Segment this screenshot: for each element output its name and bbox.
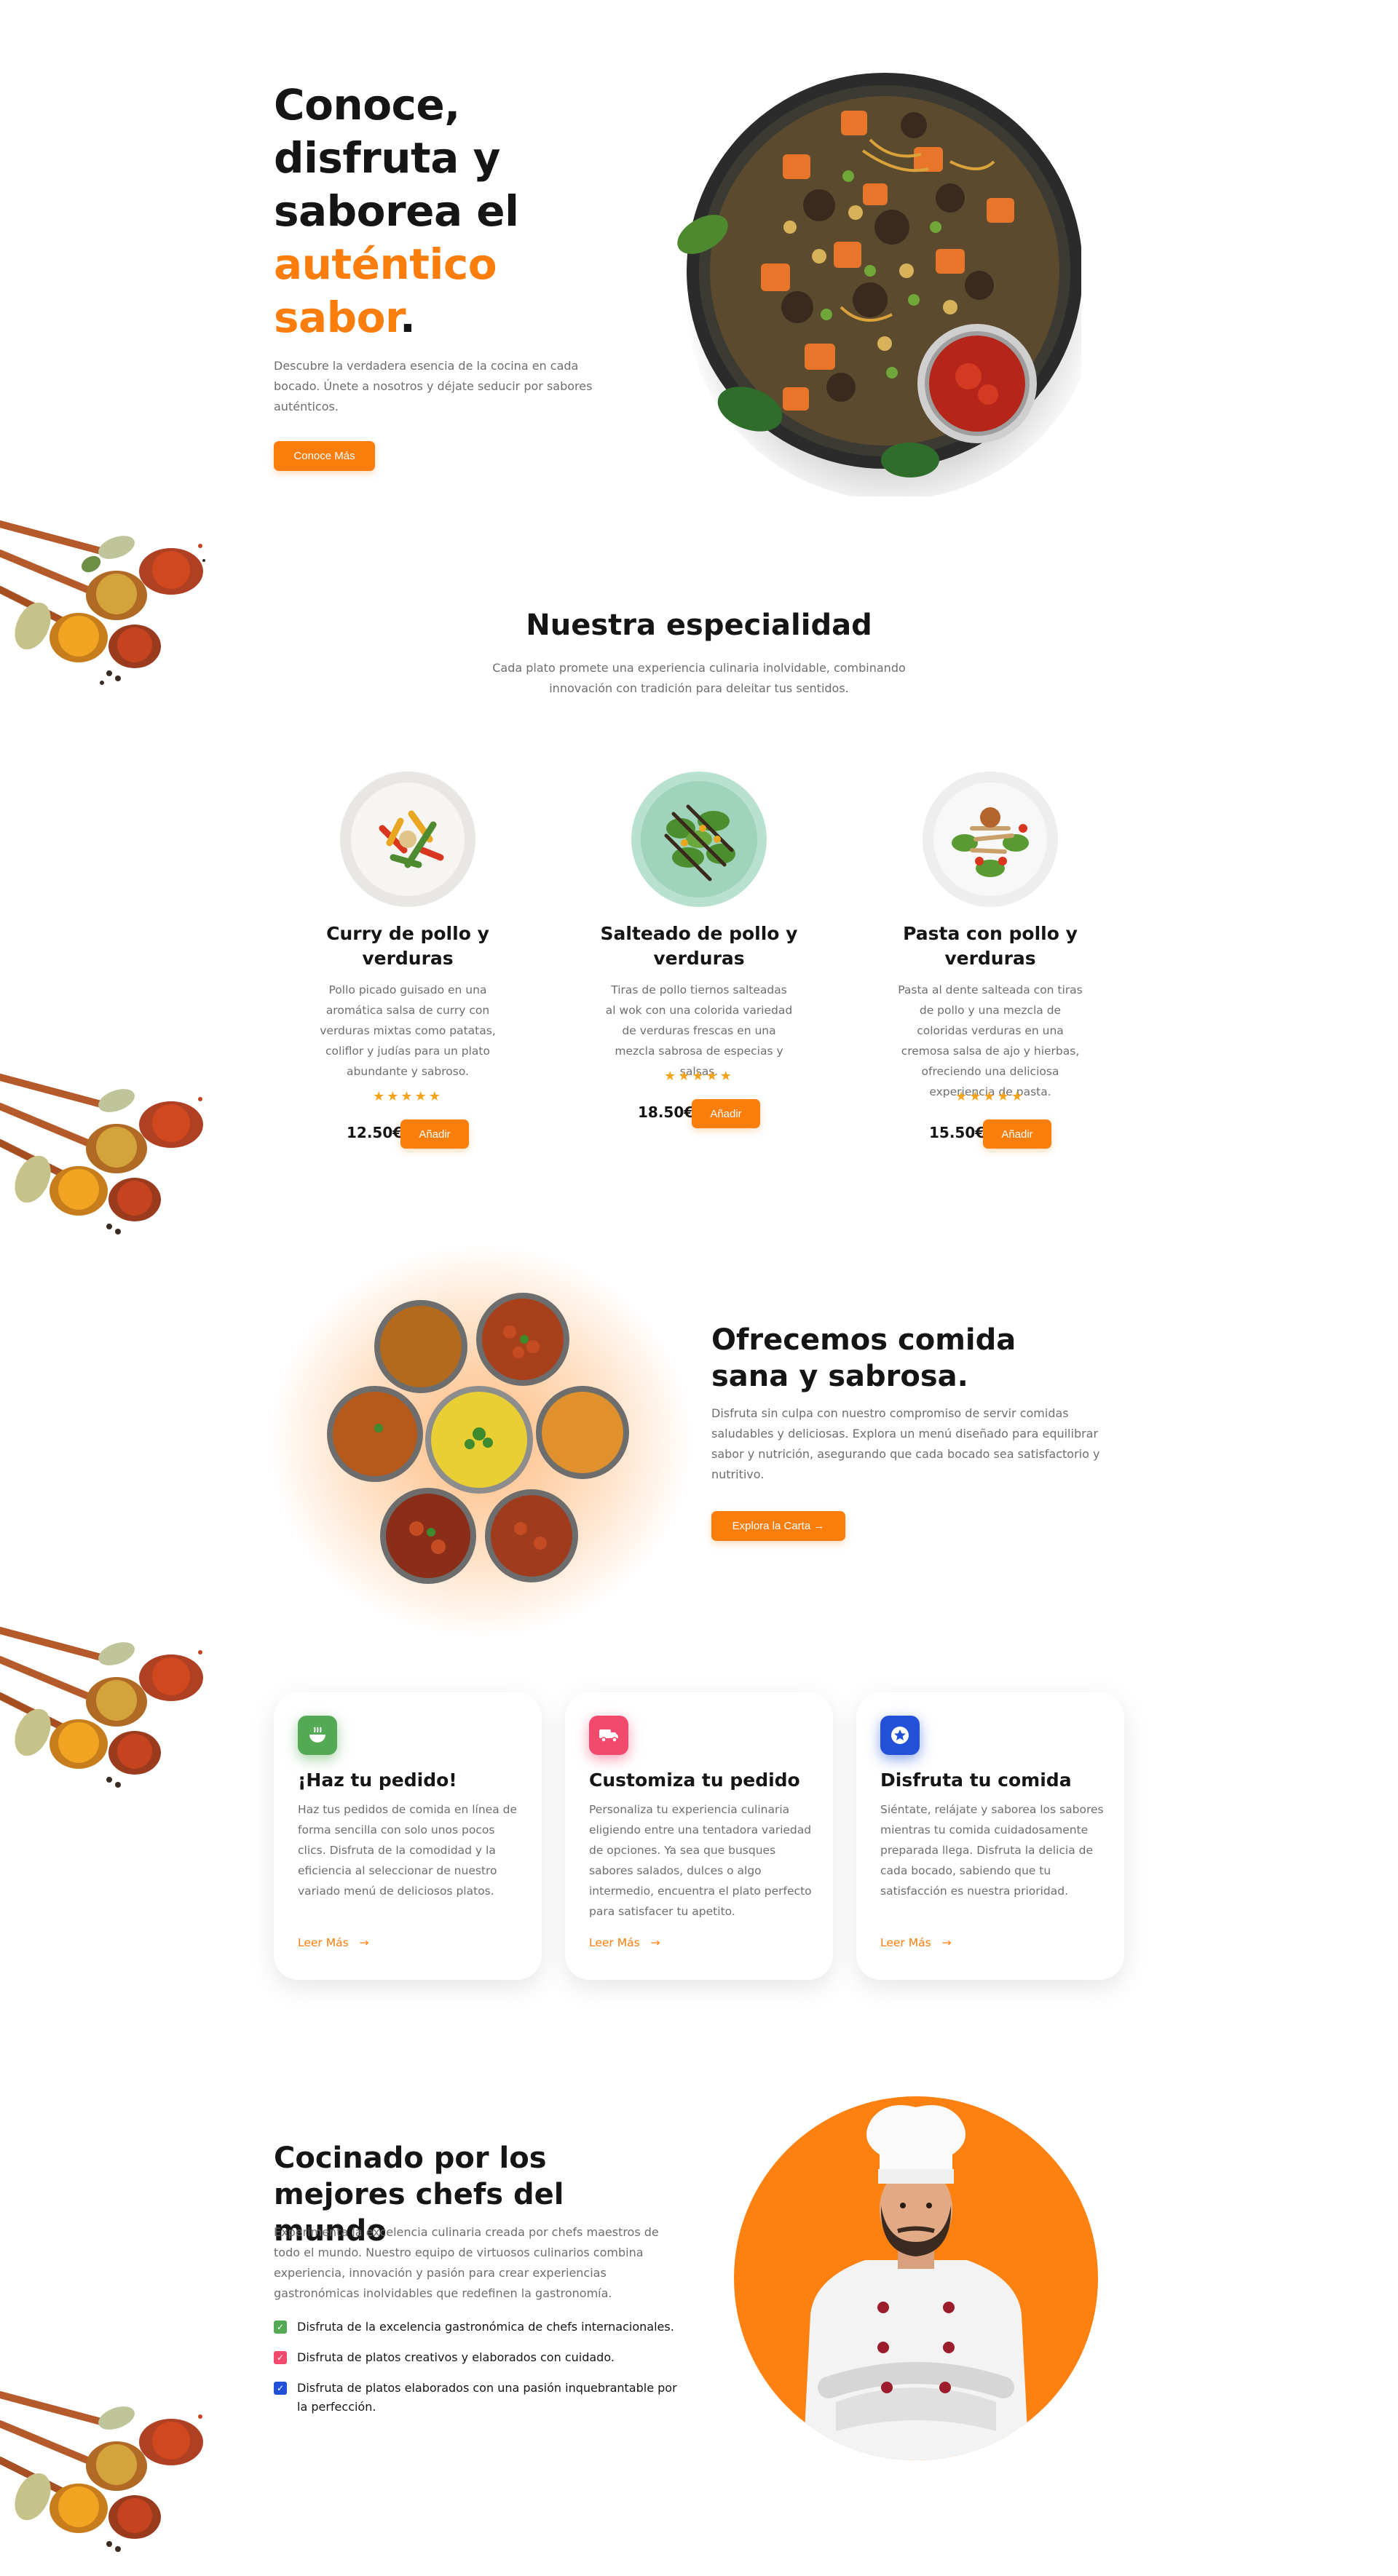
read-more-label: Leer Más — [589, 1936, 640, 1949]
rating-stars-icon: ★★★★★ — [373, 1089, 443, 1104]
chefs-description: Experimenta la excelencia culinaria crea… — [274, 2225, 659, 2300]
hero-title-line: saborea el — [274, 186, 519, 236]
dish-image — [923, 772, 1058, 907]
read-more-label: Leer Más — [880, 1936, 931, 1949]
add-to-cart-button[interactable]: Añadir — [400, 1119, 469, 1149]
hero-title-line: Conoce, — [274, 80, 460, 130]
read-more-label: Leer Más — [298, 1936, 349, 1949]
explore-menu-button[interactable]: Explora la Carta → — [711, 1511, 845, 1541]
dish-name: Curry de pollo y verduras — [326, 923, 489, 969]
step-description: Personaliza tu experiencia culinaria eli… — [589, 1803, 812, 1918]
check-list-item: ✓ Disfruta de platos creativos y elabora… — [274, 2348, 696, 2367]
dish-name: Pasta con pollo y verduras — [903, 923, 1078, 969]
rating-stars-icon: ★★★★★ — [664, 1069, 734, 1084]
rating-stars-icon: ★★★★★ — [955, 1089, 1025, 1104]
step-card: Customiza tu pedido Personaliza tu exper… — [565, 1692, 833, 1980]
check-list-item: ✓ Disfruta de la excelencia gastronómica… — [274, 2318, 696, 2337]
check-icon: ✓ — [274, 2321, 287, 2334]
step-card: ¡Haz tu pedido! Haz tus pedidos de comid… — [274, 1692, 542, 1980]
dish-card: Pasta con pollo y verduras Pasta al dent… — [874, 770, 1107, 1163]
dish-description: Pasta al dente salteada con tiras de pol… — [898, 983, 1083, 1098]
spices-decoration — [0, 520, 205, 685]
check-list-item: ✓ Disfruta de platos elaborados con una … — [274, 2379, 682, 2417]
dish-description: Tiras de pollo tiernos salteadas al wok … — [605, 983, 793, 1078]
step-card: Disfruta tu comida Siéntate, relájate y … — [856, 1692, 1124, 1980]
curry-pots-image — [269, 1245, 692, 1638]
spices-decoration — [0, 1627, 203, 1788]
dish-price: 12.50€ — [347, 1124, 403, 1141]
truck-icon — [589, 1716, 628, 1755]
hero-food-bowl-image — [677, 73, 1081, 496]
read-more-link[interactable]: Leer Más → — [880, 1936, 951, 1949]
check-list-text: Disfruta de platos elaborados con una pa… — [297, 2381, 677, 2414]
dish-description: Pollo picado guisado en una aromática sa… — [320, 983, 496, 1078]
read-more-link[interactable]: Leer Más → — [589, 1936, 660, 1949]
spices-decoration — [0, 2391, 203, 2552]
arrow-right-icon: → — [941, 1936, 952, 1949]
specialty-subtitle: Cada plato promete una experiencia culin… — [492, 661, 906, 695]
bowl-icon — [298, 1716, 337, 1755]
healthy-title: Ofrecemos comida sana y sabrosa. — [711, 1323, 1016, 1393]
healthy-description: Disfruta sin culpa con nuestro compromis… — [711, 1406, 1100, 1481]
step-title: ¡Haz tu pedido! — [298, 1769, 457, 1791]
dish-price: 18.50€ — [638, 1103, 695, 1121]
hero-title-accent: auténtico — [274, 239, 497, 289]
step-description: Haz tus pedidos de comida en línea de fo… — [298, 1803, 518, 1898]
read-more-link[interactable]: Leer Más → — [298, 1936, 368, 1949]
check-icon: ✓ — [274, 2382, 287, 2395]
check-list-text: Disfruta de la excelencia gastronómica d… — [297, 2320, 674, 2334]
hero-title-dot: . — [399, 293, 416, 342]
star-badge-icon — [880, 1716, 920, 1755]
check-list-text: Disfruta de platos creativos y elaborado… — [297, 2350, 615, 2364]
step-description: Siéntate, relájate y saborea los sabores… — [880, 1803, 1104, 1898]
step-title: Disfruta tu comida — [880, 1769, 1072, 1791]
hero-title-accent: sabor — [274, 293, 400, 342]
learn-more-button[interactable]: Conoce Más — [274, 441, 375, 471]
dish-image — [631, 772, 767, 907]
specialty-title: Nuestra especialidad — [526, 609, 872, 642]
dish-price: 15.50€ — [929, 1124, 986, 1141]
hero-title-line: disfruta y — [274, 133, 500, 183]
dish-image — [340, 772, 475, 907]
arrow-right-icon: → — [359, 1936, 369, 1949]
dish-name: Salteado de pollo y verduras — [600, 923, 798, 969]
spices-decoration — [0, 1074, 203, 1235]
dish-card: Salteado de pollo y verduras Tiras de po… — [582, 770, 816, 1163]
hero-description: Descubre la verdadera esencia de la coci… — [274, 359, 593, 413]
dish-card: Curry de pollo y verduras Pollo picado g… — [291, 770, 524, 1163]
chef-image — [734, 2096, 1098, 2460]
add-to-cart-button[interactable]: Añadir — [983, 1119, 1051, 1149]
arrow-right-icon: → — [650, 1936, 660, 1949]
add-to-cart-button[interactable]: Añadir — [692, 1099, 760, 1128]
check-icon: ✓ — [274, 2351, 287, 2364]
hero-title: Conoce, disfruta y saborea el auténtico … — [274, 79, 580, 344]
step-title: Customiza tu pedido — [589, 1769, 800, 1791]
